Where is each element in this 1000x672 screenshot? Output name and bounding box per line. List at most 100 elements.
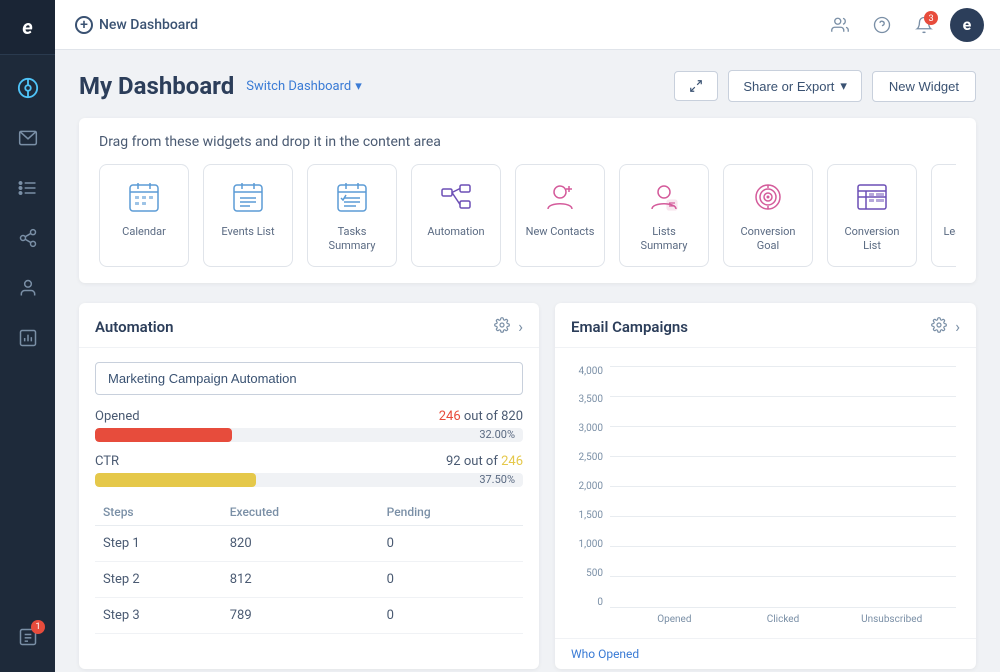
calendar-widget-icon bbox=[124, 177, 164, 217]
ctr-pct-label: 37.50% bbox=[479, 473, 515, 487]
panels-row: Automation › Marketi bbox=[79, 303, 976, 669]
y-label-1000: 1,000 bbox=[579, 539, 603, 550]
email-panel-header: Email Campaigns › bbox=[555, 303, 976, 348]
table-row: Step 3 789 0 bbox=[95, 597, 523, 633]
step2-pending: 0 bbox=[379, 561, 523, 597]
email-settings-icon[interactable] bbox=[931, 317, 947, 337]
automation-settings-icon[interactable] bbox=[494, 317, 510, 337]
dropdown-arrow-icon: ▾ bbox=[840, 78, 847, 94]
widget-card-lists-summary[interactable]: Lists Summary bbox=[619, 164, 709, 267]
x-label-opened: Opened bbox=[630, 608, 719, 625]
widget-list: Calendar Events Lis bbox=[99, 164, 956, 267]
opened-label: Opened bbox=[95, 409, 140, 424]
step1-pending: 0 bbox=[379, 525, 523, 561]
email-panel-icons: › bbox=[931, 317, 960, 337]
user-avatar[interactable]: e bbox=[950, 8, 984, 42]
sidebar-item-contacts[interactable] bbox=[0, 263, 55, 313]
widget-card-automation[interactable]: Automation bbox=[411, 164, 501, 267]
table-row: Step 1 820 0 bbox=[95, 525, 523, 561]
ctr-stat-row: CTR 92 out of 246 bbox=[95, 454, 523, 469]
widget-card-conversion-list[interactable]: Conversion List bbox=[827, 164, 917, 267]
widget-calendar-label: Calendar bbox=[122, 225, 166, 239]
widget-tasks-label: Tasks Summary bbox=[316, 225, 388, 254]
users-icon-button[interactable] bbox=[824, 9, 856, 41]
y-label-2500: 2,500 bbox=[579, 452, 603, 463]
sidebar-bottom: 1 bbox=[0, 612, 55, 672]
ctr-label: CTR bbox=[95, 454, 119, 469]
tasks-badge: 1 bbox=[31, 620, 45, 634]
dashboard-actions: Share or Export ▾ New Widget bbox=[674, 70, 976, 102]
y-label-3000: 3,000 bbox=[579, 423, 603, 434]
opened-pct-label: 32.00% bbox=[479, 428, 515, 442]
plus-icon: + bbox=[75, 16, 93, 34]
notification-badge: 3 bbox=[924, 11, 938, 25]
widget-automation-label: Automation bbox=[427, 225, 484, 239]
widget-card-calendar[interactable]: Calendar bbox=[99, 164, 189, 267]
pending-col-header: Pending bbox=[379, 499, 523, 526]
who-opened-bar[interactable]: Who Opened bbox=[555, 638, 976, 669]
sidebar-item-dashboard[interactable] bbox=[0, 63, 55, 113]
automation-panel-header: Automation › bbox=[79, 303, 539, 348]
widget-bar: Drag from these widgets and drop it in t… bbox=[79, 118, 976, 283]
switch-dashboard-button[interactable]: Switch Dashboard ▾ bbox=[246, 79, 362, 94]
widget-card-tasks[interactable]: Tasks Summary bbox=[307, 164, 397, 267]
main-area: + New Dashboard bbox=[55, 0, 1000, 672]
sidebar-item-reports[interactable] bbox=[0, 313, 55, 363]
widget-card-events[interactable]: Events List bbox=[203, 164, 293, 267]
automation-panel-icons: › bbox=[494, 317, 523, 337]
new-dashboard-label: New Dashboard bbox=[99, 17, 198, 33]
sidebar-item-lists[interactable] bbox=[0, 163, 55, 213]
x-label-clicked: Clicked bbox=[739, 608, 828, 625]
content-area: My Dashboard Switch Dashboard ▾ Share or… bbox=[55, 50, 1000, 672]
sidebar-item-automation[interactable] bbox=[0, 213, 55, 263]
step2-executed: 812 bbox=[222, 561, 379, 597]
widget-bar-instruction: Drag from these widgets and drop it in t… bbox=[99, 134, 956, 150]
new-widget-button[interactable]: New Widget bbox=[872, 71, 976, 102]
events-widget-icon bbox=[228, 177, 268, 217]
expand-button[interactable] bbox=[674, 71, 718, 101]
conversion-list-widget-icon bbox=[852, 177, 892, 217]
email-expand-icon[interactable]: › bbox=[955, 317, 960, 336]
email-panel-title: Email Campaigns bbox=[571, 318, 688, 336]
widget-events-label: Events List bbox=[221, 225, 274, 239]
steps-table: Steps Executed Pending Step 1 820 0 bbox=[95, 499, 523, 634]
widget-card-conversion-goal[interactable]: Conversion Goal bbox=[723, 164, 813, 267]
widget-lists-summary-label: Lists Summary bbox=[628, 225, 700, 254]
sidebar-nav bbox=[0, 55, 55, 612]
lists-summary-widget-icon bbox=[644, 177, 684, 217]
step2-label: Step 2 bbox=[95, 561, 222, 597]
automation-widget-icon bbox=[436, 177, 476, 217]
email-campaigns-panel: Email Campaigns › bbox=[555, 303, 976, 669]
conversion-goal-widget-icon bbox=[748, 177, 788, 217]
notifications-button[interactable]: 3 bbox=[908, 9, 940, 41]
steps-col-header: Steps bbox=[95, 499, 222, 526]
help-icon-button[interactable] bbox=[866, 9, 898, 41]
dashboard-title: My Dashboard bbox=[79, 72, 234, 100]
sidebar-item-email[interactable] bbox=[0, 113, 55, 163]
dashboard-header: My Dashboard Switch Dashboard ▾ Share or… bbox=[79, 70, 976, 102]
sidebar-item-tasks[interactable]: 1 bbox=[0, 612, 55, 662]
x-label-unsubscribed: Unsubscribed bbox=[847, 608, 936, 625]
automation-expand-icon[interactable]: › bbox=[518, 317, 523, 336]
contacts-widget-icon bbox=[540, 177, 580, 217]
y-label-1500: 1,500 bbox=[579, 510, 603, 521]
opened-value: 246 out of 820 bbox=[439, 409, 523, 424]
executed-col-header: Executed bbox=[222, 499, 379, 526]
ctr-value: 92 out of 246 bbox=[446, 454, 523, 469]
step1-executed: 820 bbox=[222, 525, 379, 561]
y-label-500: 500 bbox=[586, 568, 603, 579]
table-row: Step 2 812 0 bbox=[95, 561, 523, 597]
chevron-down-icon: ▾ bbox=[355, 79, 362, 94]
share-export-button[interactable]: Share or Export ▾ bbox=[728, 70, 862, 102]
widget-card-leads-funnel[interactable]: Leads Funnel bbox=[931, 164, 956, 267]
widget-card-contacts[interactable]: New Contacts bbox=[515, 164, 605, 267]
ctr-progress-bar: 37.50% bbox=[95, 473, 523, 487]
step3-pending: 0 bbox=[379, 597, 523, 633]
automation-dropdown[interactable]: Marketing Campaign Automation bbox=[95, 362, 523, 395]
automation-panel-title: Automation bbox=[95, 318, 174, 336]
new-dashboard-button[interactable]: + New Dashboard bbox=[75, 16, 198, 34]
topbar-actions: 3 e bbox=[824, 8, 984, 42]
opened-progress-bar: 32.00% bbox=[95, 428, 523, 442]
automation-panel: Automation › Marketi bbox=[79, 303, 539, 669]
sidebar-logo[interactable]: e bbox=[0, 0, 55, 55]
